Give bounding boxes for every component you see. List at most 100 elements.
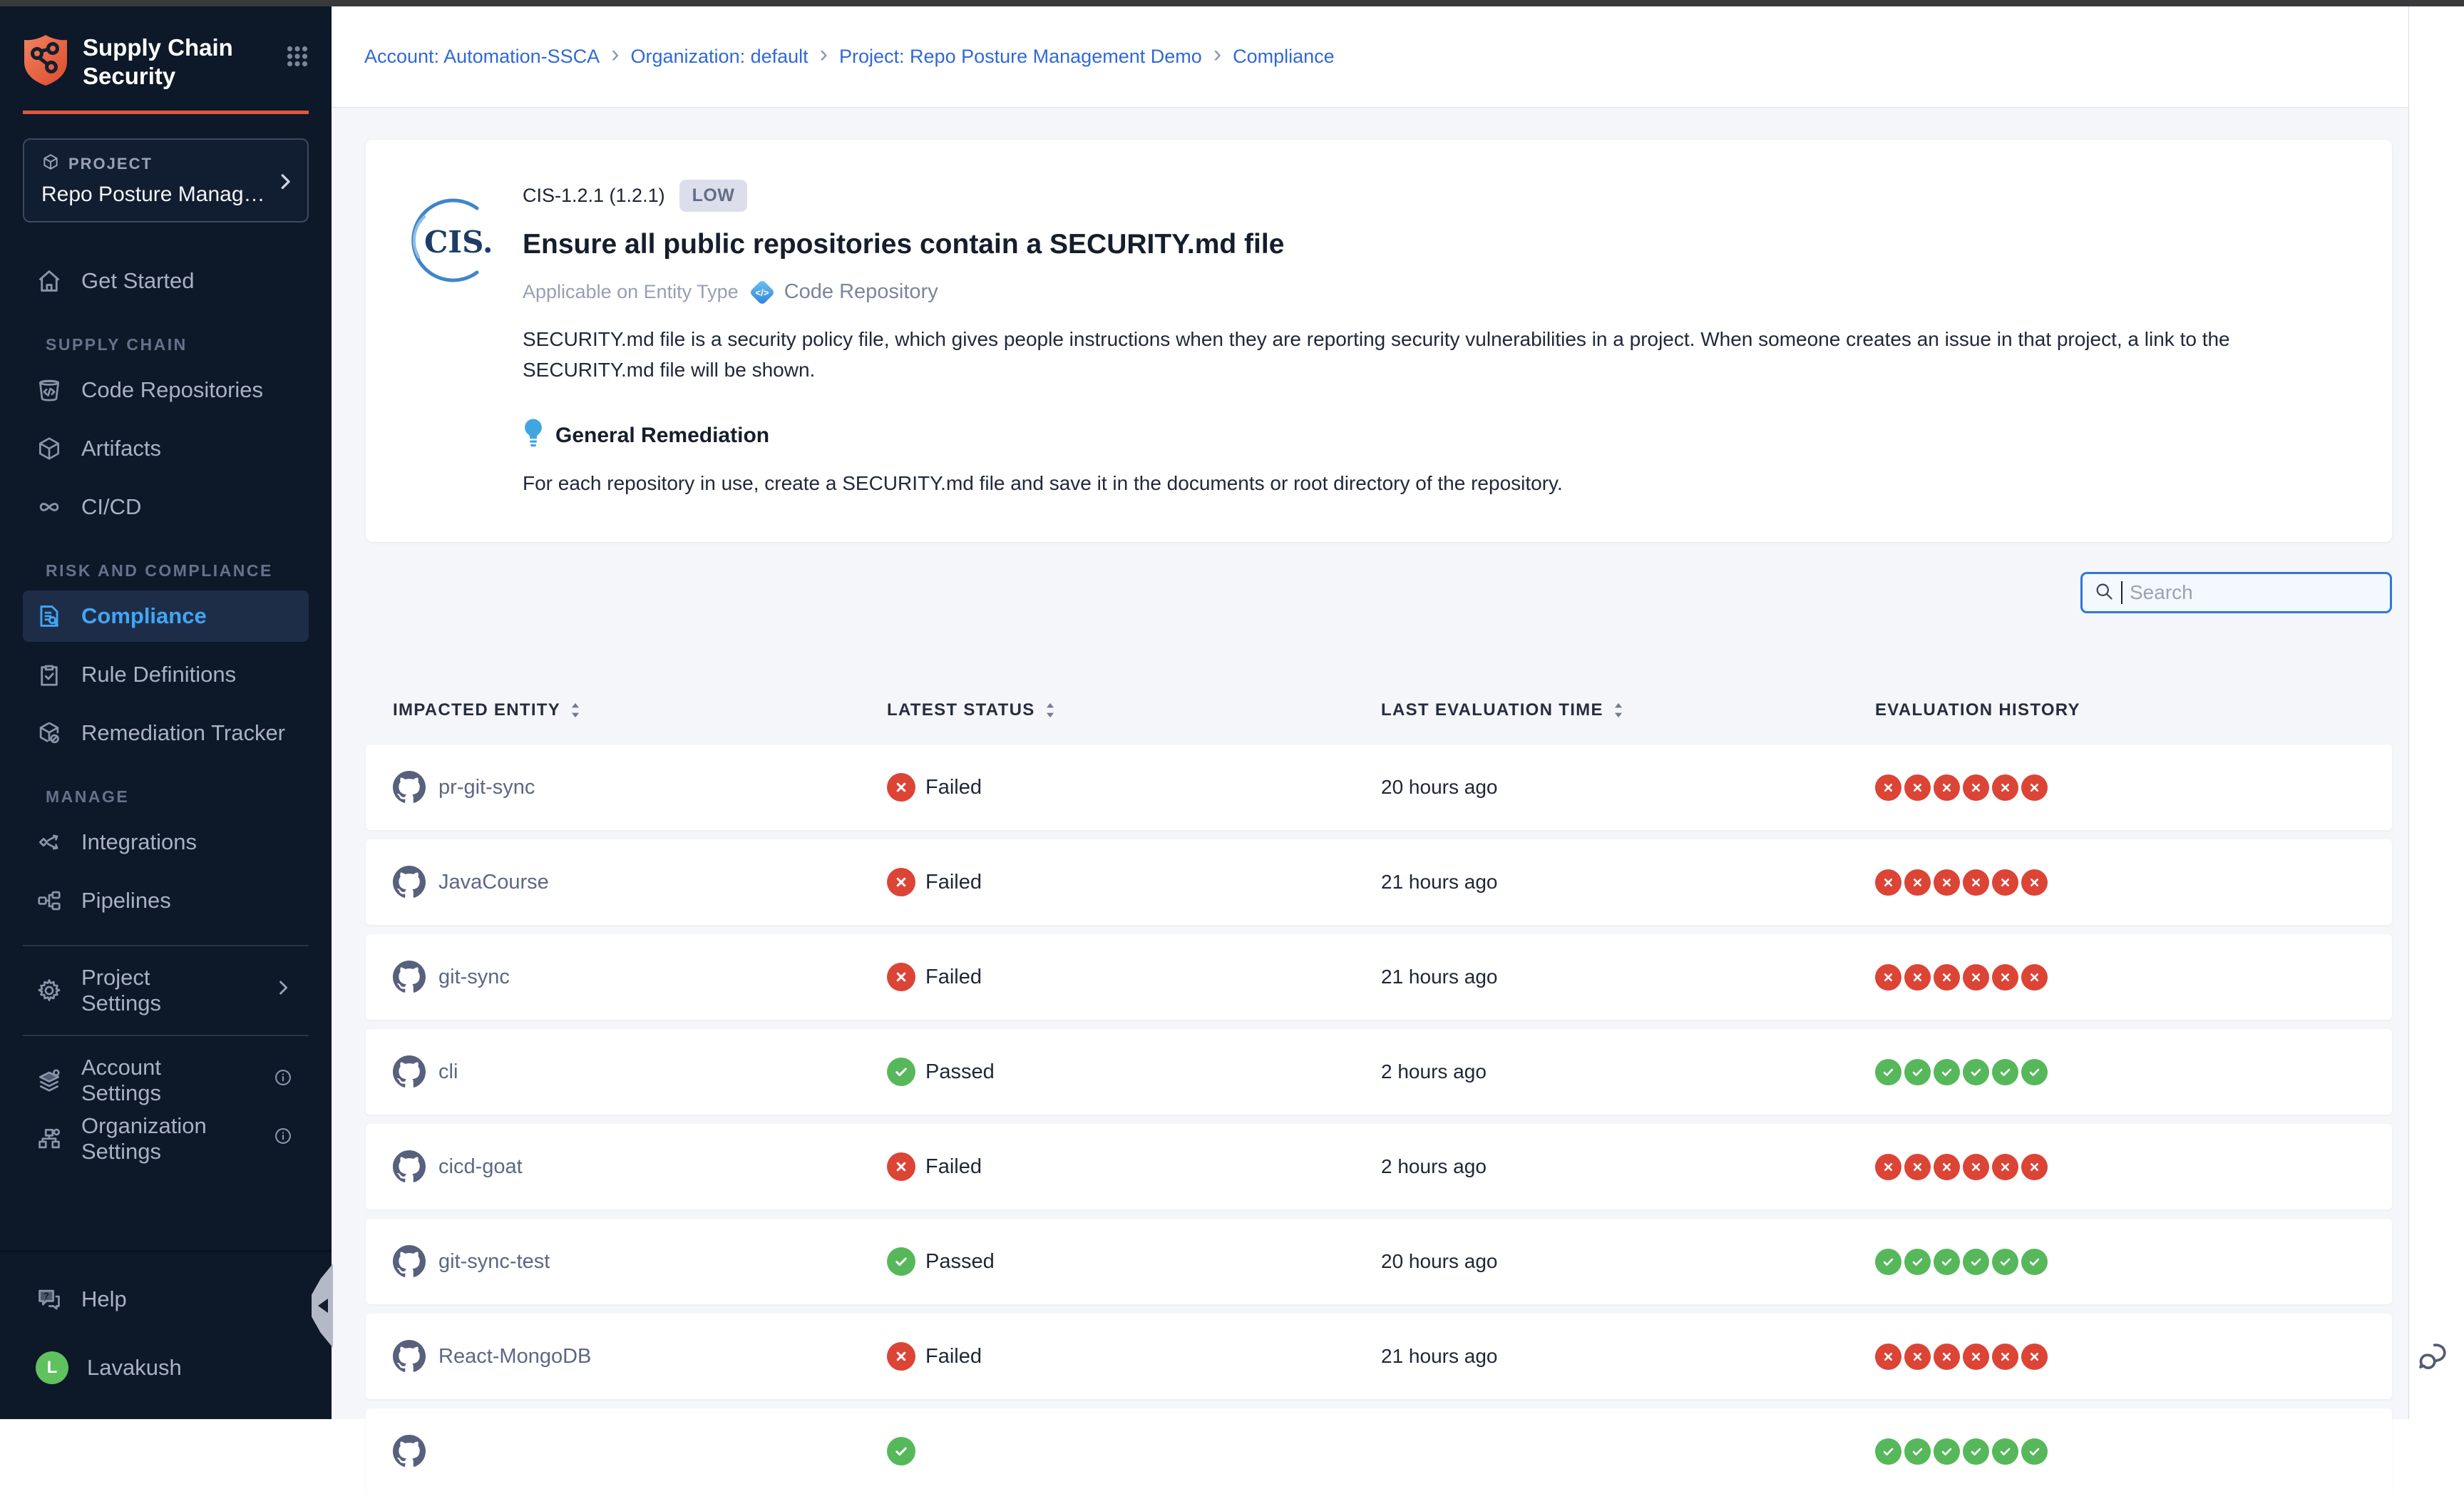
breadcrumb-account[interactable]: Account: Automation-SSCA (364, 46, 600, 68)
sidebar-item-remediation-tracker[interactable]: Remediation Tracker (23, 707, 309, 759)
history-fail-icon[interactable] (1875, 1344, 1901, 1370)
sidebar-item-rule-definitions[interactable]: Rule Definitions (23, 649, 309, 700)
history-pass-icon[interactable] (1963, 1059, 1989, 1085)
history-fail-icon[interactable] (2021, 869, 2048, 896)
history-fail-icon[interactable] (1934, 1154, 1960, 1180)
history-pass-icon[interactable] (2021, 1059, 2048, 1085)
pipelines-icon (36, 887, 63, 914)
info-icon[interactable] (273, 1068, 293, 1093)
history-fail-icon[interactable] (1963, 1154, 1989, 1180)
history-pass-icon[interactable] (1904, 1059, 1931, 1085)
entity-name-link[interactable]: React-MongoDB (438, 1345, 591, 1368)
support-chat-icon[interactable] (2417, 1340, 2455, 1378)
sidebar-item-get-started[interactable]: Get Started (23, 255, 309, 307)
history-pass-icon[interactable] (1934, 1438, 1960, 1465)
history-fail-icon[interactable] (1992, 774, 2018, 801)
sidebar-item-artifacts[interactable]: Artifacts (23, 423, 309, 474)
history-fail-icon[interactable] (1963, 774, 1989, 801)
history-fail-icon[interactable] (1875, 964, 1901, 991)
table-row[interactable]: JavaCourseFailed21 hours ago (366, 839, 2392, 925)
table-row[interactable] (366, 1408, 2392, 1494)
history-pass-icon[interactable] (1934, 1249, 1960, 1275)
sidebar-item-account-settings[interactable]: Account Settings (23, 1055, 309, 1106)
history-fail-icon[interactable] (2021, 1154, 2048, 1180)
breadcrumb-compliance[interactable]: Compliance (1233, 46, 1335, 68)
history-fail-icon[interactable] (2021, 1344, 2048, 1370)
history-fail-icon[interactable] (1934, 1344, 1960, 1370)
breadcrumb-organization[interactable]: Organization: default (631, 46, 808, 68)
column-header-impacted-entity[interactable]: IMPACTED ENTITY (393, 700, 887, 720)
history-pass-icon[interactable] (1904, 1438, 1931, 1465)
sidebar-item-project-settings[interactable]: Project Settings (23, 965, 309, 1016)
history-pass-icon[interactable] (2021, 1249, 2048, 1275)
breadcrumb-project[interactable]: Project: Repo Posture Management Demo (839, 46, 1202, 68)
section-header-supply-chain: SUPPLY CHAIN (46, 335, 332, 354)
history-fail-icon[interactable] (1904, 1344, 1931, 1370)
history-fail-icon[interactable] (1875, 869, 1901, 896)
sidebar-item-cicd[interactable]: CI/CD (23, 481, 309, 533)
info-icon[interactable] (273, 1126, 293, 1152)
history-pass-icon[interactable] (2021, 1438, 2048, 1465)
table-row[interactable]: React-MongoDBFailed21 hours ago (366, 1314, 2392, 1399)
table-row[interactable]: git-syncFailed21 hours ago (366, 934, 2392, 1020)
table-row[interactable]: cicd-goatFailed2 hours ago (366, 1124, 2392, 1209)
history-fail-icon[interactable] (1904, 964, 1931, 991)
user-menu[interactable]: L Lavakush (23, 1342, 309, 1393)
entity-name-link[interactable]: pr-git-sync (438, 776, 535, 799)
history-pass-icon[interactable] (1992, 1059, 2018, 1085)
sidebar-item-organization-settings[interactable]: Organization Settings (23, 1113, 309, 1165)
project-cube-icon (41, 153, 60, 175)
code-repository-icon (36, 377, 63, 404)
history-fail-icon[interactable] (1992, 1344, 2018, 1370)
sidebar-item-integrations[interactable]: Integrations (23, 817, 309, 868)
impacted-entity-cell: git-sync-test (393, 1245, 887, 1278)
table-row[interactable]: pr-git-syncFailed20 hours ago (366, 745, 2392, 830)
history-pass-icon[interactable] (1904, 1249, 1931, 1275)
history-fail-icon[interactable] (1875, 1154, 1901, 1180)
history-fail-icon[interactable] (2021, 964, 2048, 991)
history-pass-icon[interactable] (1963, 1438, 1989, 1465)
entity-name-link[interactable]: git-sync-test (438, 1250, 550, 1274)
status-label: Failed (925, 1155, 982, 1179)
search-input[interactable] (2130, 581, 2372, 604)
history-fail-icon[interactable] (1904, 1154, 1931, 1180)
history-fail-icon[interactable] (1934, 774, 1960, 801)
project-selector[interactable]: PROJECT Repo Posture Manage... (23, 138, 309, 222)
history-fail-icon[interactable] (1963, 1344, 1989, 1370)
history-fail-icon[interactable] (1992, 964, 2018, 991)
history-pass-icon[interactable] (1992, 1249, 2018, 1275)
table-header: IMPACTED ENTITY LATEST STATUS LAST EVALU… (366, 700, 2392, 720)
entity-name-link[interactable]: cli (438, 1060, 458, 1084)
infinity-icon (36, 493, 63, 521)
history-fail-icon[interactable] (1992, 1154, 2018, 1180)
history-pass-icon[interactable] (1934, 1059, 1960, 1085)
history-pass-icon[interactable] (1875, 1059, 1901, 1085)
search-box[interactable] (2080, 572, 2392, 613)
history-fail-icon[interactable] (1963, 964, 1989, 991)
app-switcher-grid-icon[interactable] (284, 44, 310, 73)
sidebar-item-code-repositories[interactable]: Code Repositories (23, 364, 309, 416)
history-fail-icon[interactable] (1992, 869, 2018, 896)
history-pass-icon[interactable] (1875, 1438, 1901, 1465)
history-pass-icon[interactable] (1963, 1249, 1989, 1275)
sidebar-item-help[interactable]: ? Help (23, 1274, 309, 1325)
entity-name-link[interactable]: git-sync (438, 966, 510, 989)
history-pass-icon[interactable] (1992, 1438, 2018, 1465)
history-fail-icon[interactable] (1934, 964, 1960, 991)
entity-name-link[interactable]: cicd-goat (438, 1155, 523, 1179)
history-fail-icon[interactable] (1904, 774, 1931, 801)
sidebar-item-pipelines[interactable]: Pipelines (23, 875, 309, 926)
table-row[interactable]: cliPassed2 hours ago (366, 1029, 2392, 1115)
table-row[interactable]: git-sync-testPassed20 hours ago (366, 1219, 2392, 1304)
history-pass-icon[interactable] (1875, 1249, 1901, 1275)
history-fail-icon[interactable] (1875, 774, 1901, 801)
column-header-latest-status[interactable]: LATEST STATUS (887, 700, 1381, 720)
history-fail-icon[interactable] (1934, 869, 1960, 896)
history-fail-icon[interactable] (1963, 869, 1989, 896)
entity-name-link[interactable]: JavaCourse (438, 871, 549, 894)
history-fail-icon[interactable] (1904, 869, 1931, 896)
column-header-last-evaluation-time[interactable]: LAST EVALUATION TIME (1381, 700, 1875, 720)
project-name: Repo Posture Manage... (41, 183, 293, 207)
sidebar-item-compliance[interactable]: Compliance (23, 590, 309, 642)
history-fail-icon[interactable] (2021, 774, 2048, 801)
